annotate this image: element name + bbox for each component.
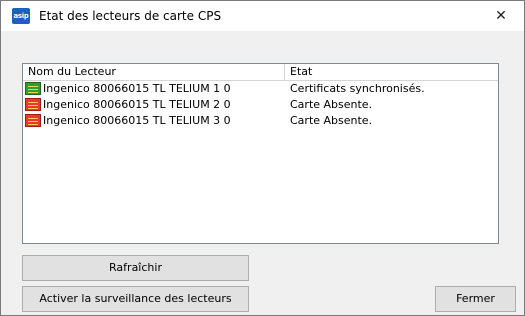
reader-state: Carte Absente. [290, 98, 373, 111]
column-header-state[interactable]: Etat [285, 64, 498, 80]
list-item[interactable]: Ingenico 80066015 TL TELIUM 2 0 Carte Ab… [23, 97, 498, 113]
card-reader-absent-icon [25, 114, 41, 127]
close-button[interactable]: Fermer [435, 286, 516, 312]
dialog-window: asip Etat des lecteurs de carte CPS ✕ No… [0, 0, 525, 316]
title-bar: asip Etat des lecteurs de carte CPS ✕ [1, 1, 524, 31]
list-item[interactable]: Ingenico 80066015 TL TELIUM 3 0 Carte Ab… [23, 113, 498, 129]
card-reader-absent-icon [25, 98, 41, 111]
list-header: Nom du Lecteur Etat [23, 64, 498, 81]
reader-state: Certificats synchronisés. [290, 82, 425, 95]
asip-app-icon: asip [12, 8, 30, 24]
card-reader-list[interactable]: Nom du Lecteur Etat Ingenico 80066015 TL… [22, 63, 499, 244]
column-header-reader-name[interactable]: Nom du Lecteur [23, 64, 285, 80]
reader-state: Carte Absente. [290, 114, 373, 127]
close-window-button[interactable]: ✕ [478, 1, 524, 31]
card-reader-ok-icon [25, 82, 41, 95]
reader-name: Ingenico 80066015 TL TELIUM 1 0 [43, 82, 231, 95]
reader-name: Ingenico 80066015 TL TELIUM 3 0 [43, 114, 231, 127]
list-item[interactable]: Ingenico 80066015 TL TELIUM 1 0 Certific… [23, 81, 498, 97]
reader-name: Ingenico 80066015 TL TELIUM 2 0 [43, 98, 231, 111]
window-title: Etat des lecteurs de carte CPS [39, 9, 222, 23]
activate-monitoring-button[interactable]: Activer la surveillance des lecteurs [22, 286, 249, 312]
refresh-button[interactable]: Rafraîchir [22, 255, 249, 281]
